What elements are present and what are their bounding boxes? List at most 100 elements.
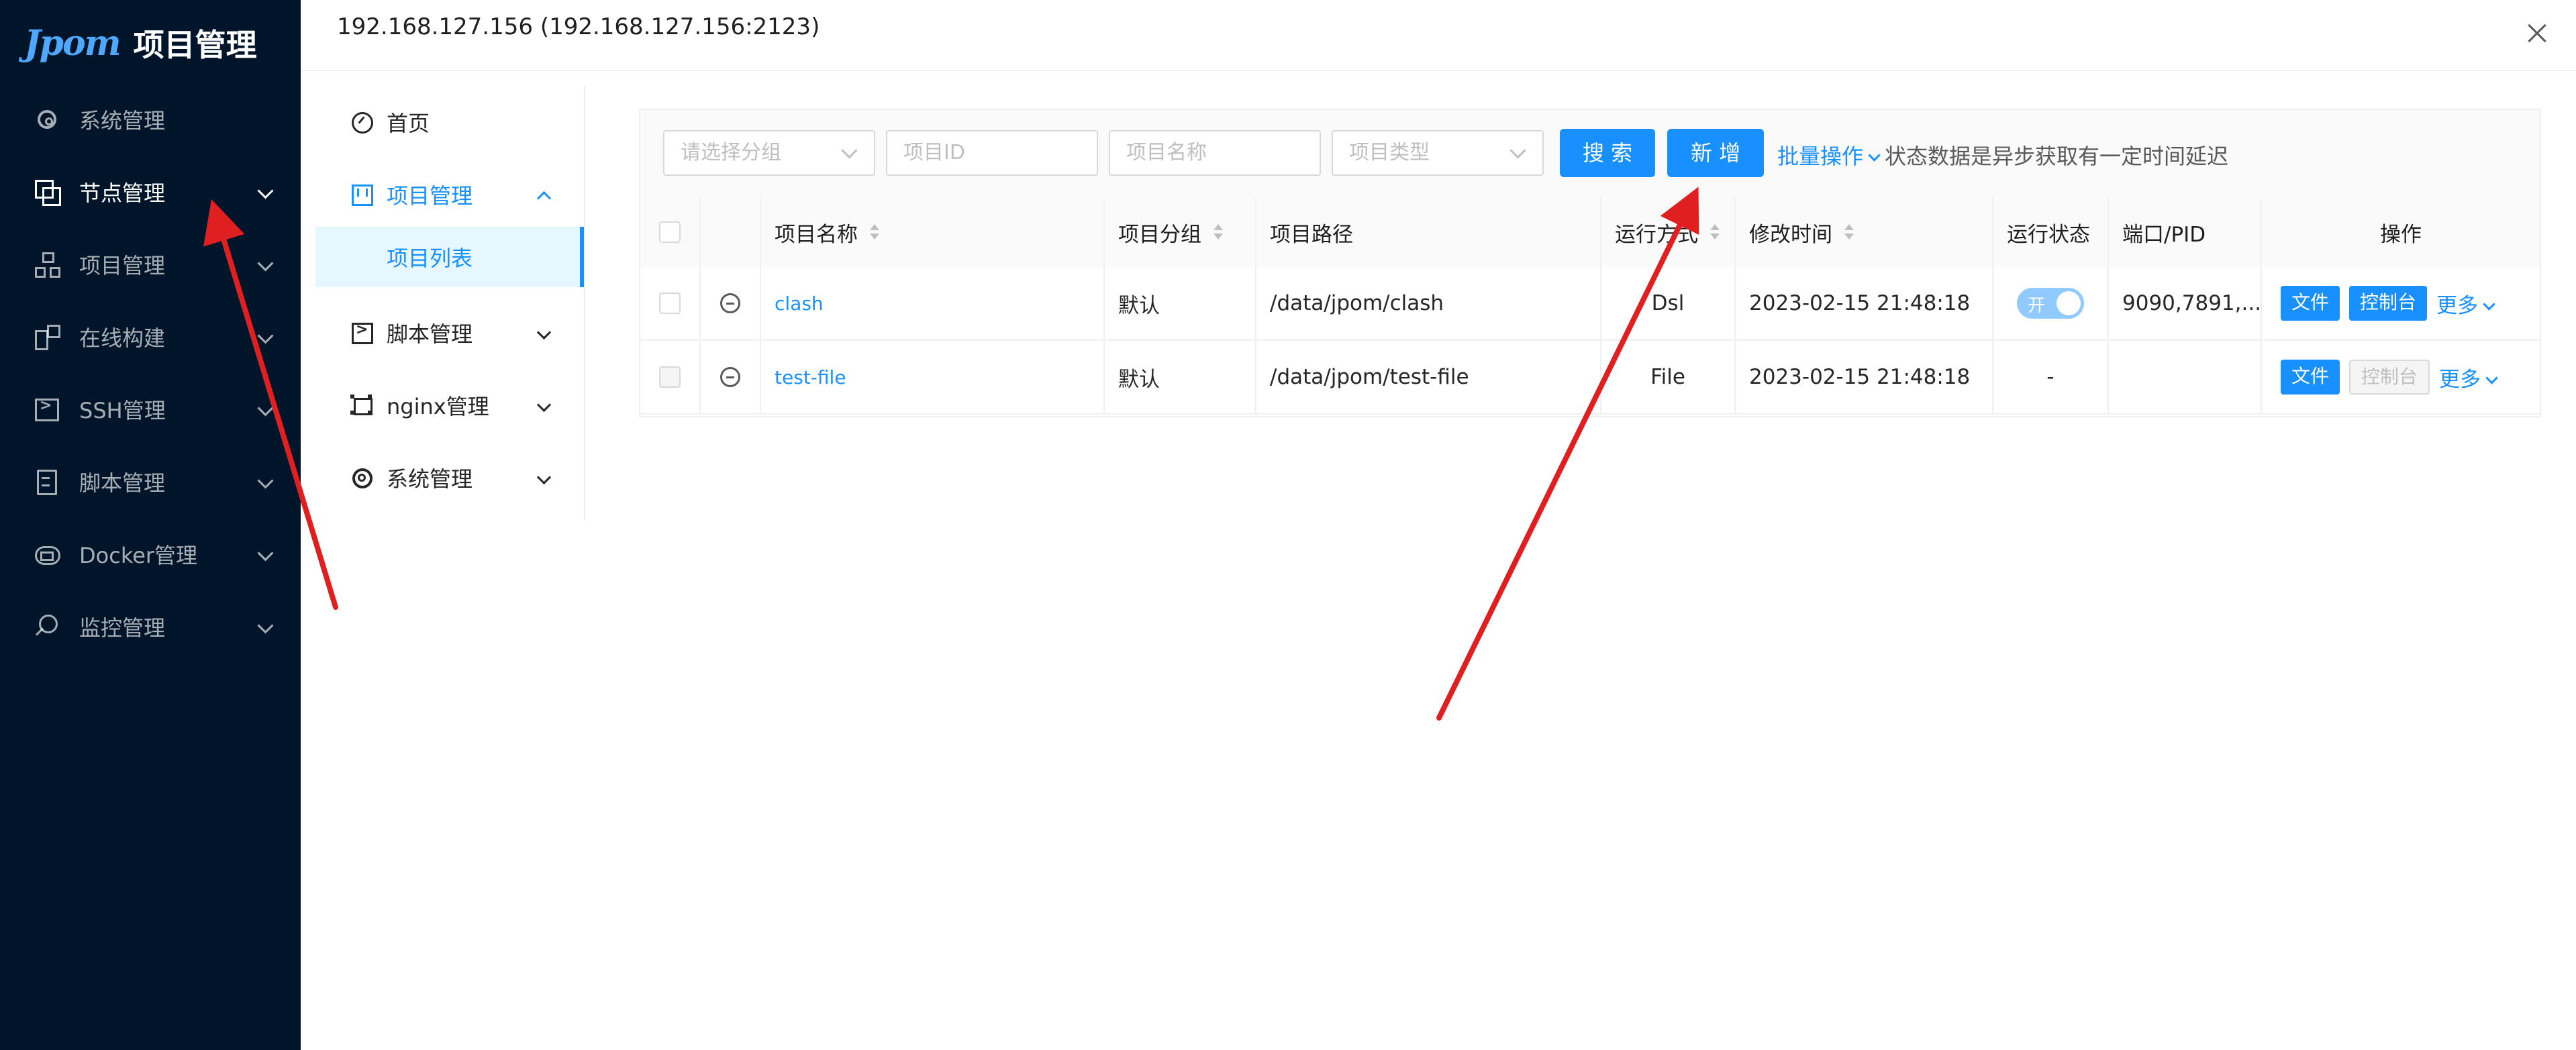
file-text-icon xyxy=(34,468,60,495)
menu-item-home[interactable]: 首页 xyxy=(315,86,584,158)
menu-item-label: 项目列表 xyxy=(387,246,473,271)
header-label: 修改时间 xyxy=(1749,222,1832,247)
more-label: 更多 xyxy=(2439,367,2481,392)
batch-operation-label: 批量操作 xyxy=(1777,144,1864,169)
header-project-name[interactable]: 项目名称 xyxy=(761,197,1105,267)
menu-item-project-list[interactable]: 项目列表 xyxy=(315,227,584,287)
header-project-group[interactable]: 项目分组 xyxy=(1105,197,1256,267)
project-type-select[interactable]: 项目类型 xyxy=(1332,130,1544,176)
run-status-toggle[interactable]: 开 xyxy=(2017,288,2084,319)
app-logo[interactable]: Jpom 项目管理 xyxy=(24,16,257,70)
cell-project-path: /data/jpom/clash xyxy=(1256,267,1601,339)
close-icon[interactable] xyxy=(2524,20,2550,47)
cell-project-name: test-file xyxy=(761,341,1105,413)
menu-item-label: 首页 xyxy=(387,111,430,136)
cell-run-mode: Dsl xyxy=(1601,267,1736,339)
project-name-input[interactable]: 项目名称 xyxy=(1109,130,1321,176)
chevron-down-icon xyxy=(257,327,274,344)
code-icon xyxy=(350,321,373,344)
cell-run-status: 开 xyxy=(1993,267,2109,339)
menu-item-label: 脚本管理 xyxy=(387,321,473,347)
sort-icon[interactable] xyxy=(1213,224,1223,240)
cell-run-status: - xyxy=(1993,341,2109,413)
sidebar-item-label: 在线构建 xyxy=(79,325,166,351)
main-sidebar: Jpom 项目管理 系统管理 节点管理 项目管理 在线构建 SSH管理 xyxy=(0,0,301,1050)
sidebar-item-label: 脚本管理 xyxy=(79,470,166,496)
add-project-button[interactable]: 新 增 xyxy=(1667,129,1764,177)
sort-icon[interactable] xyxy=(1844,224,1854,240)
project-id-input[interactable]: 项目ID xyxy=(886,130,1098,176)
apartment-icon xyxy=(34,251,60,278)
batch-operation-dropdown[interactable]: 批量操作 xyxy=(1777,140,1881,170)
drawer-title: 192.168.127.156 (192.168.127.156:2123) xyxy=(337,13,820,40)
copy-icon xyxy=(34,178,61,206)
sidebar-item-ssh[interactable]: SSH管理 xyxy=(0,373,301,445)
sidebar-item-docker[interactable]: Docker管理 xyxy=(0,518,301,590)
row-select-cell xyxy=(640,341,701,413)
header-label: 端口/PID xyxy=(2122,222,2206,247)
header-label: 操作 xyxy=(2380,222,2422,247)
more-dropdown[interactable]: 更多 xyxy=(2436,288,2495,319)
toggle-knob xyxy=(2057,291,2081,315)
select-all-cell xyxy=(640,197,701,267)
menu-item-nginx-manage[interactable]: nginx管理 xyxy=(315,369,584,441)
sort-icon[interactable] xyxy=(1710,224,1720,240)
chevron-down-icon xyxy=(257,400,274,417)
chevron-down-icon xyxy=(536,397,552,413)
setting-icon xyxy=(38,110,56,129)
sidebar-item-label: 项目管理 xyxy=(79,253,166,278)
sidebar-item-label: 系统管理 xyxy=(79,108,166,134)
minus-circle-icon[interactable] xyxy=(720,367,740,387)
menu-item-system-manage[interactable]: 系统管理 xyxy=(315,441,584,514)
monitor-icon xyxy=(34,613,60,640)
cell-actions: 文件 控制台 更多 xyxy=(2262,341,2540,413)
jpom-logo-mark: Jpom xyxy=(24,22,121,64)
chevron-down-icon xyxy=(257,472,274,489)
app-title: 项目管理 xyxy=(133,27,257,63)
project-name-link[interactable]: test-file xyxy=(775,366,846,388)
group-select[interactable]: 请选择分组 xyxy=(663,130,875,176)
sidebar-item-monitor[interactable]: 监控管理 xyxy=(0,590,301,663)
cell-actions: 文件 控制台 更多 xyxy=(2262,267,2540,339)
more-label: 更多 xyxy=(2436,293,2479,318)
header-actions: 操作 xyxy=(2262,197,2540,267)
cell-modified-time: 2023-02-15 21:48:18 xyxy=(1736,267,1993,339)
sidebar-item-script[interactable]: 脚本管理 xyxy=(0,445,301,518)
chevron-down-icon xyxy=(1868,149,1881,162)
toggle-label: 开 xyxy=(2028,296,2046,316)
table-row: test-file 默认 /data/jpom/test-file File 2… xyxy=(640,341,2540,415)
sidebar-item-build[interactable]: 在线构建 xyxy=(0,301,301,373)
row-checkbox[interactable] xyxy=(659,293,681,314)
sidebar-item-label: Docker管理 xyxy=(79,543,198,568)
sidebar-item-system[interactable]: 系统管理 xyxy=(0,83,301,156)
menu-item-label: 项目管理 xyxy=(387,183,473,209)
menu-item-project-manage[interactable]: 项目管理 xyxy=(315,158,584,231)
table-row: clash 默认 /data/jpom/clash Dsl 2023-02-15… xyxy=(640,267,2540,341)
search-button[interactable]: 搜 索 xyxy=(1560,129,1655,177)
file-button[interactable]: 文件 xyxy=(2281,286,2340,321)
more-dropdown[interactable]: 更多 xyxy=(2439,362,2498,392)
cloud-server-icon xyxy=(34,541,60,568)
header-run-mode[interactable]: 运行方式 xyxy=(1601,197,1736,267)
project-icon xyxy=(350,183,373,206)
sort-icon[interactable] xyxy=(870,224,879,240)
minus-circle-icon[interactable] xyxy=(720,293,740,313)
sidebar-item-label: 节点管理 xyxy=(79,180,166,206)
console-button[interactable]: 控制台 xyxy=(2349,286,2428,321)
chevron-down-icon xyxy=(257,617,274,634)
sidebar-item-project[interactable]: 项目管理 xyxy=(0,228,301,301)
header-label: 项目分组 xyxy=(1118,222,1201,247)
select-all-checkbox[interactable] xyxy=(659,221,681,243)
header-project-path: 项目路径 xyxy=(1256,197,1601,267)
header-modified-time[interactable]: 修改时间 xyxy=(1736,197,1993,267)
chevron-down-icon xyxy=(257,182,274,199)
sidebar-item-node[interactable]: 节点管理 xyxy=(0,156,301,228)
sidebar-nav: 系统管理 节点管理 项目管理 在线构建 SSH管理 脚本管理 xyxy=(0,83,301,663)
menu-item-script-manage[interactable]: 脚本管理 xyxy=(315,297,584,369)
chevron-down-icon xyxy=(2483,297,2495,311)
project-name-link[interactable]: clash xyxy=(775,293,824,315)
gateway-icon xyxy=(350,394,373,417)
file-button[interactable]: 文件 xyxy=(2281,360,2340,395)
cell-project-group: 默认 xyxy=(1105,267,1256,339)
row-checkbox[interactable] xyxy=(659,366,681,388)
